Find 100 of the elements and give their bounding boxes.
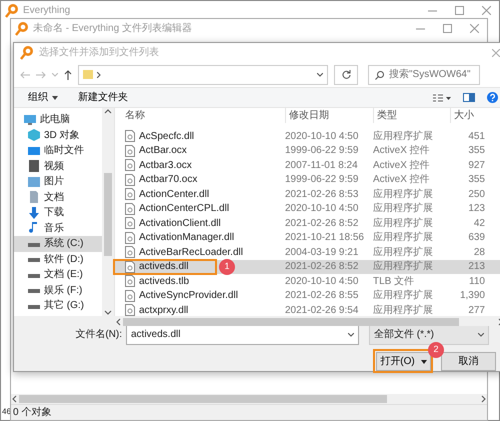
sidebar-item[interactable]: 系统 (C:) (14, 236, 102, 252)
file-row[interactable]: AcSpecfc.dll 2020-10-10 4:50 应用程序扩展 451 (115, 129, 500, 144)
file-date: 2020-10-10 4:50 (285, 202, 360, 216)
sidebar-item[interactable]: 临时文件 (14, 143, 102, 159)
back-arrow-icon[interactable] (20, 70, 30, 79)
file-name: Actbar70.ocx (139, 173, 198, 188)
column-header[interactable]: 类型 (373, 108, 450, 124)
sidebar-item[interactable]: 图片 (14, 174, 102, 190)
up-arrow-icon[interactable] (64, 70, 72, 80)
desktop-icon (28, 144, 40, 157)
file-size: 639 (467, 231, 485, 246)
close-icon[interactable] (470, 24, 479, 32)
column-header[interactable]: 修改日期 (285, 108, 373, 124)
picture-icon (28, 176, 40, 188)
file-row[interactable]: ActionCenter.dll 2021-02-26 8:53 应用程序扩展 250 (115, 187, 500, 202)
scroll-thumb[interactable] (19, 395, 387, 403)
sidebar-item[interactable]: 娱乐 (F:) (14, 282, 102, 298)
file-date: 2020-10-10 4:50 (285, 274, 360, 289)
file-row[interactable]: ActivationManager.dll 2021-10-21 18:56 应用程序扩展 639 (115, 230, 500, 246)
sidebar-item[interactable]: 下载 (14, 205, 102, 221)
file-type: 应用程序扩展 (373, 304, 434, 318)
sidebar-item[interactable]: 3D 对象 (14, 128, 102, 144)
sidebar-item[interactable]: 文档 (E:) (14, 267, 102, 283)
file-row[interactable]: ActiveBarRecLoader.dll 2004-03-19 9:21 应用程序扩展 28 (115, 245, 500, 260)
dropdown-caret-icon[interactable] (317, 72, 323, 77)
file-row[interactable]: ActBar.ocx 1999-06-22 9:59 ActiveX 控件 355 (115, 144, 500, 158)
file-row[interactable]: ActiveSyncProvider.dll 2021-02-26 8:55 应用程序扩展 1,390 (115, 288, 500, 304)
scroll-down-icon[interactable] (104, 310, 112, 316)
file-row[interactable]: Actbar70.ocx 1999-06-22 9:59 ActiveX 控件 355 (115, 172, 500, 188)
file-row[interactable]: activeds.tlb 2020-10-10 4:50 TLB 文件 110 (115, 274, 500, 289)
file-name: actxprxy.dll (139, 304, 188, 318)
scroll-left-icon[interactable] (11, 395, 19, 403)
column-header[interactable]: 大小 (450, 108, 485, 124)
file-name: ActBar.ocx (139, 144, 187, 158)
app-logo-icon (15, 20, 29, 36)
file-date: 2020-10-10 4:50 (285, 130, 360, 144)
open-button[interactable]: 打开(O) (376, 352, 431, 371)
scroll-left-icon[interactable] (115, 318, 123, 326)
sidebar-item[interactable]: 此电脑 (14, 112, 102, 128)
cube-icon (28, 129, 40, 142)
caret-icon (52, 96, 58, 100)
preview-pane-icon[interactable] (463, 93, 475, 102)
search-field[interactable]: 搜索"SysWOW64" (368, 64, 480, 85)
file-type: 应用程序扩展 (373, 288, 434, 304)
column-header[interactable]: 名称 (115, 108, 285, 124)
field-label: 文件名(N): (74, 328, 122, 342)
file-type: 应用程序扩展 (373, 130, 434, 144)
file-type: 应用程序扩展 (373, 260, 434, 274)
toolbar-button[interactable]: 组织 (28, 90, 58, 106)
pc-icon (24, 114, 36, 126)
file-name: activeds.dll (139, 260, 188, 274)
file-name: ActivationManager.dll (139, 231, 234, 246)
toolbar-button[interactable]: 新建文件夹 (78, 90, 128, 106)
file-icon (125, 217, 135, 230)
file-type: ActiveX 控件 (373, 158, 431, 173)
file-name: Actbar3.ocx (139, 158, 192, 173)
file-row[interactable]: Actbar3.ocx 2007-11-01 8:24 ActiveX 控件 927 (115, 158, 500, 173)
download-icon (28, 206, 40, 219)
filename-field[interactable]: activeds.dll (126, 324, 359, 345)
file-type: ActiveX 控件 (373, 173, 431, 188)
file-size: 1,390 (458, 289, 485, 304)
refresh-button[interactable] (334, 64, 358, 85)
file-date: 2021-02-26 8:52 (285, 216, 360, 231)
forward-arrow-icon[interactable] (36, 70, 46, 79)
file-row[interactable]: ActivationClient.dll 2021-02-26 8:52 应用程序扩展 42 (115, 216, 500, 231)
sidebar-item[interactable]: 文档 (14, 190, 102, 206)
file-type: 应用程序扩展 (373, 202, 434, 216)
file-icon (125, 144, 135, 157)
file-date: 1999-06-22 9:59 (285, 173, 360, 188)
chevron-right-icon (97, 72, 101, 78)
close-icon[interactable] (482, 6, 491, 14)
file-size: 927 (467, 158, 485, 173)
file-name: ActivationClient.dll (139, 216, 221, 231)
file-row[interactable]: actxprxy.dll 2021-02-26 9:54 应用程序扩展 277 (115, 303, 500, 318)
cancel-button[interactable]: 取消 (441, 352, 496, 371)
help-icon[interactable] (487, 92, 498, 104)
file-date: 2021-02-26 8:52 (285, 260, 360, 274)
window-title: 未命名 - Everything 文件列表编辑器 (33, 22, 192, 36)
file-type: 应用程序扩展 (373, 216, 434, 231)
scroll-thumb[interactable] (123, 318, 459, 326)
field-value: activeds.dll (131, 328, 180, 342)
sidebar-item[interactable]: 软件 (D:) (14, 252, 102, 268)
file-size: 110 (468, 274, 485, 289)
status-text: 0 个对象 (13, 406, 52, 420)
sidebar-item[interactable]: 视频 (14, 158, 102, 174)
file-size: 28 (472, 246, 485, 260)
scroll-right-icon[interactable] (479, 395, 487, 403)
sidebar-item[interactable]: 音乐 (14, 220, 102, 236)
file-icon (125, 232, 135, 244)
file-row[interactable]: ActionCenterCPL.dll 2020-10-10 4:50 应用程序扩展 123 (115, 202, 500, 216)
file-type: ActiveX 控件 (373, 144, 431, 158)
file-size: 451 (467, 130, 485, 144)
file-size: 250 (467, 188, 485, 202)
file-name: ActiveSyncProvider.dll (139, 289, 238, 304)
scroll-up-icon[interactable] (104, 108, 112, 114)
sidebar-item[interactable]: 其它 (G:) (14, 298, 102, 314)
scroll-thumb[interactable] (104, 172, 112, 256)
file-size: 355 (467, 144, 485, 158)
view-options-icon[interactable] (433, 94, 451, 102)
close-icon[interactable] (492, 48, 500, 57)
